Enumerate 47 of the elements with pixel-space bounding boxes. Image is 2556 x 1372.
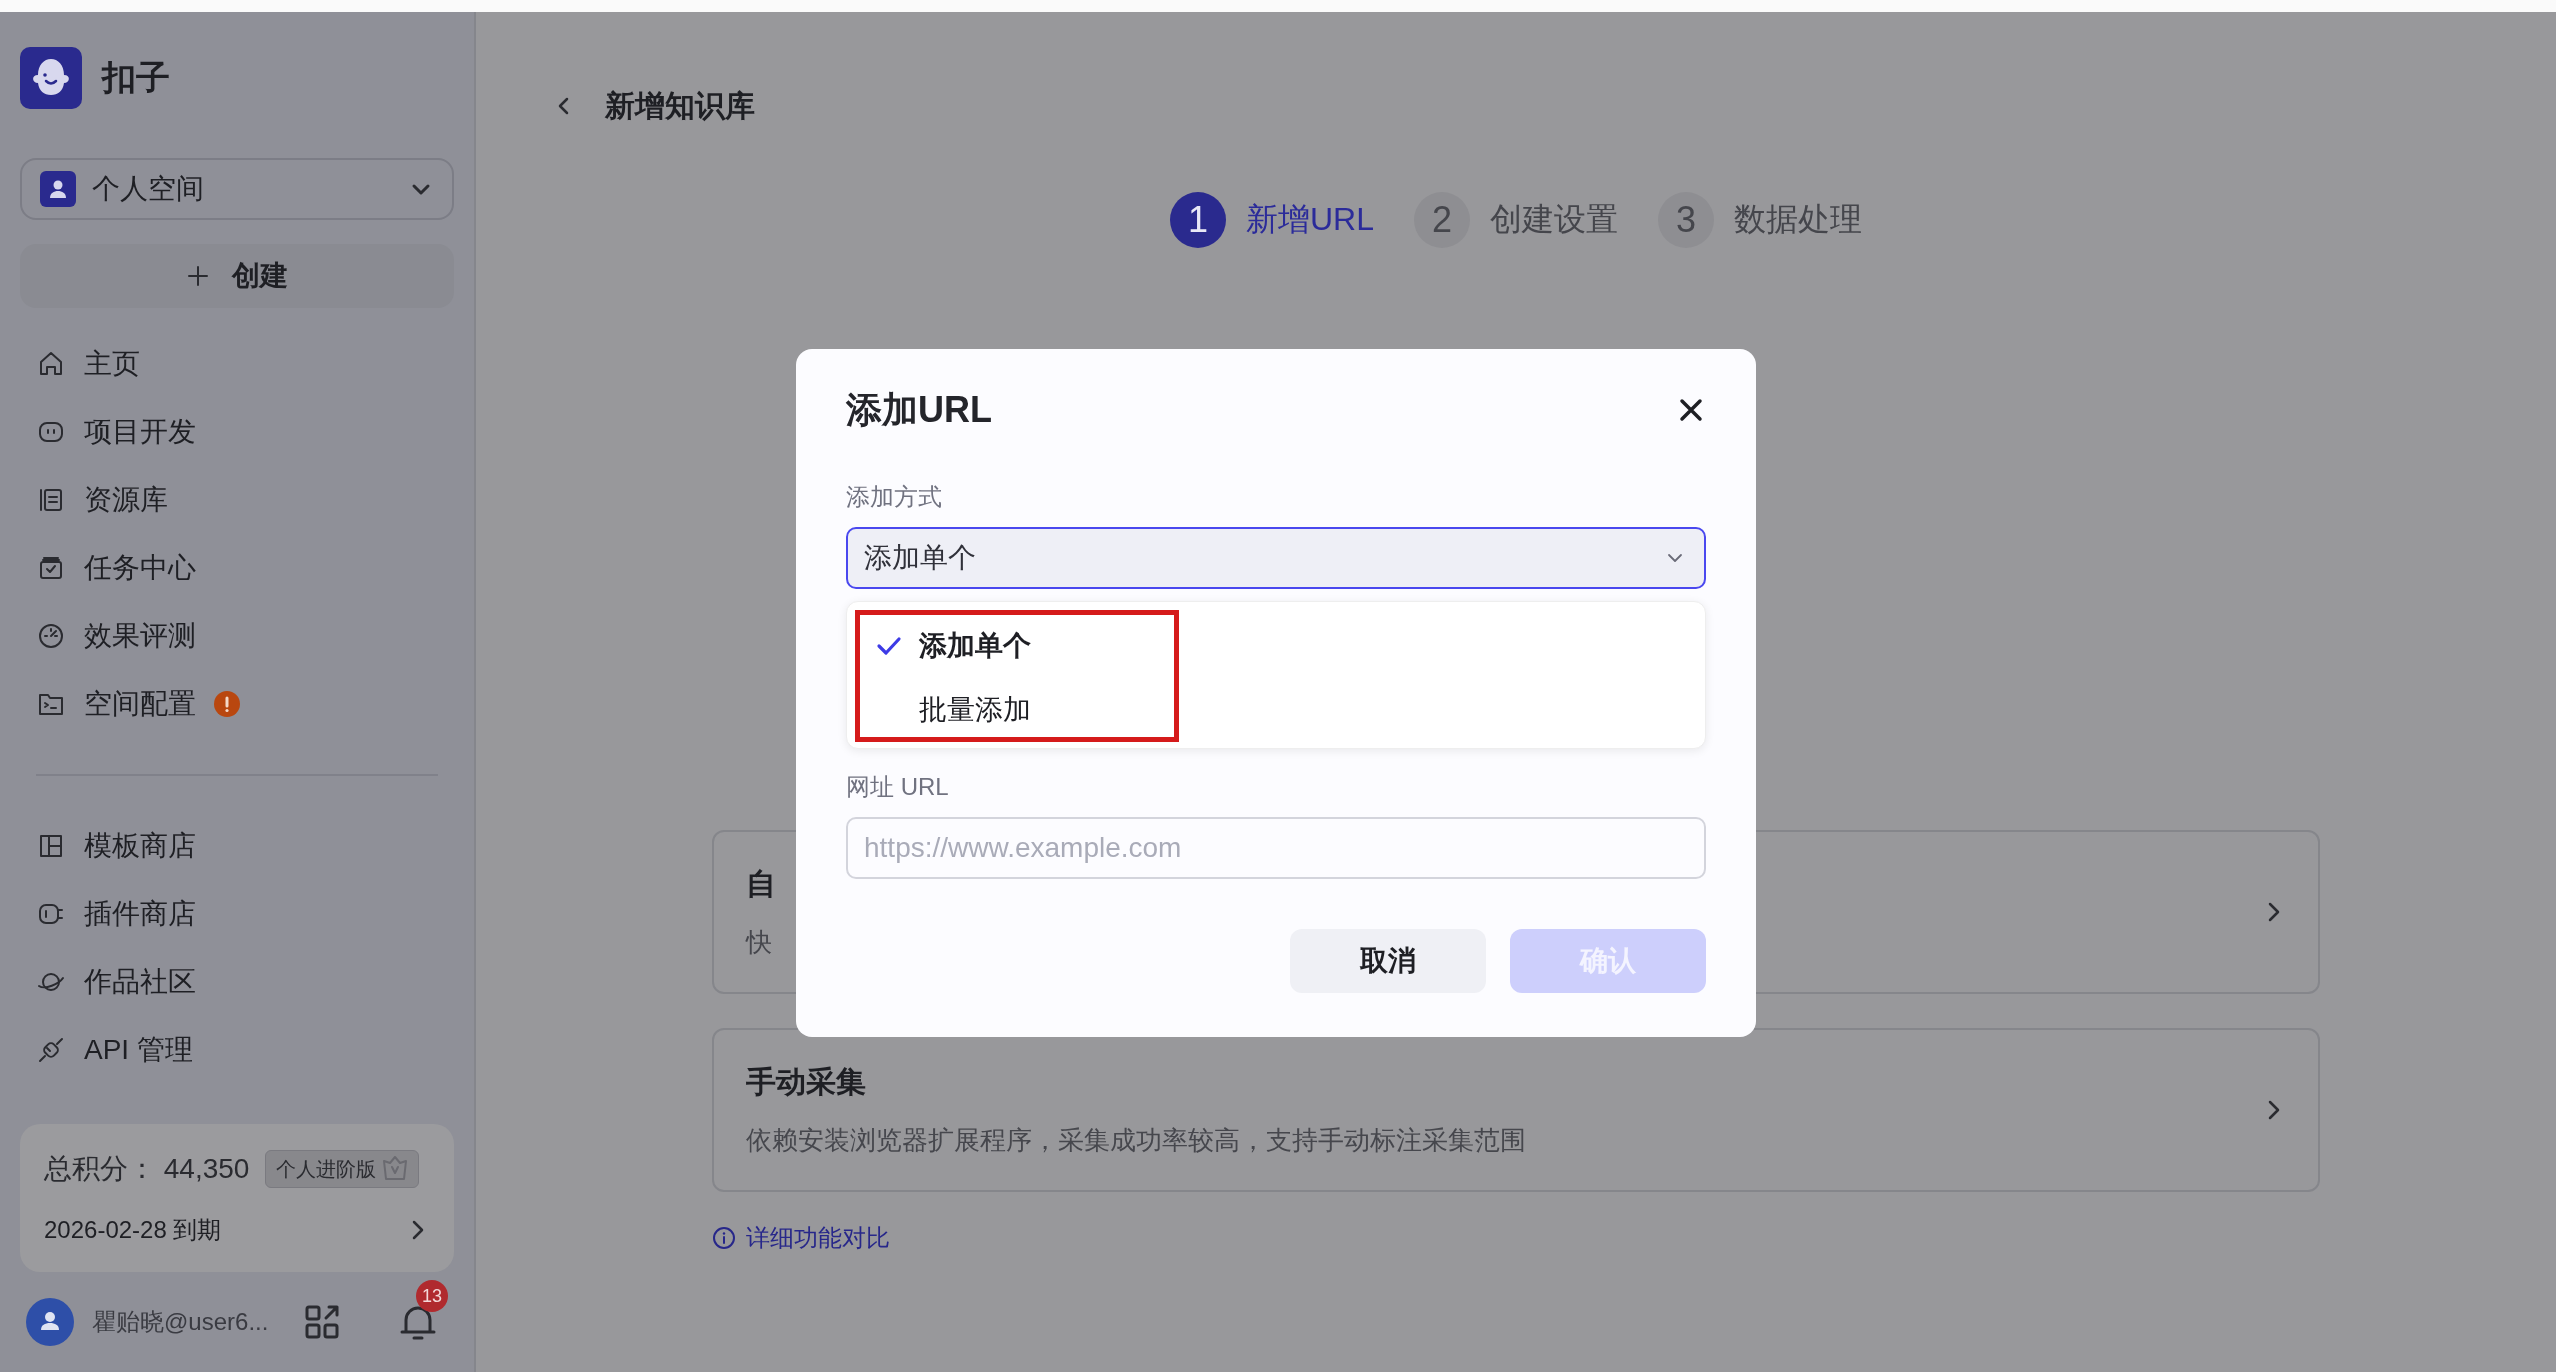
plan-card[interactable]: 总积分： 44,350 个人进阶版 2026-02-28 到期 <box>20 1124 454 1272</box>
user-name[interactable]: 瞿贻晓@user6... <box>92 1306 286 1338</box>
step-number: 1 <box>1170 192 1226 248</box>
expiry-date: 2026-02-28 到期 <box>44 1215 223 1245</box>
workspace-select[interactable]: 个人空间 <box>20 158 454 220</box>
option-description: 快 <box>746 926 772 959</box>
nav-item[interactable]: 任务中心 <box>20 534 454 602</box>
plus-icon <box>186 264 210 288</box>
url-field[interactable]: https://www.example.com <box>846 817 1706 879</box>
step-label: 新增URL <box>1246 200 1374 239</box>
avatar-icon[interactable] <box>26 1298 74 1346</box>
compare-link[interactable]: 详细功能对比 <box>712 1222 890 1254</box>
nav-item[interactable]: 主页 <box>20 330 454 398</box>
nav-item[interactable]: API 管理 <box>20 1016 454 1084</box>
notification-count: 13 <box>416 1280 448 1312</box>
cancel-button[interactable]: 取消 <box>1290 929 1486 993</box>
nav-item[interactable]: 项目开发 <box>20 398 454 466</box>
nav-item[interactable]: 插件商店 <box>20 880 454 948</box>
info-icon <box>712 1226 736 1250</box>
user-icon <box>40 171 76 207</box>
step-label: 数据处理 <box>1734 200 1862 239</box>
plug-link-icon <box>36 1035 66 1065</box>
dropdown-option[interactable]: 批量添加 <box>847 678 1031 742</box>
nav-item[interactable]: 效果评测 <box>20 602 454 670</box>
plan-badge: 个人进阶版 <box>265 1150 420 1188</box>
option-description: 依赖安装浏览器扩展程序，采集成功率较高，支持手动标注采集范围 <box>746 1124 1526 1157</box>
field-label: 添加方式 <box>846 482 942 512</box>
nav-item[interactable]: 作品社区 <box>20 948 454 1016</box>
nav-item[interactable]: 模板商店 <box>20 812 454 880</box>
points-text: 总积分： 44,350 <box>44 1152 250 1186</box>
logo-icon <box>20 47 82 109</box>
dialog-title: 添加URL <box>846 387 992 432</box>
option-title: 自 <box>746 866 776 902</box>
step-number: 3 <box>1658 192 1714 248</box>
option-title: 手动采集 <box>746 1064 866 1100</box>
field-label: 网址 URL <box>846 772 949 802</box>
dropdown-option[interactable]: 添加单个 <box>847 614 1031 678</box>
page-title: 新增知识库 <box>605 87 755 124</box>
nav-item[interactable]: 资源库 <box>20 466 454 534</box>
gauge-icon <box>36 621 66 651</box>
create-button[interactable]: 创建 <box>20 244 454 308</box>
step-label: 创建设置 <box>1490 200 1618 239</box>
nav-item[interactable]: 空间配置 <box>20 670 454 738</box>
brand-name: 扣子 <box>102 57 170 98</box>
step-number: 2 <box>1414 192 1470 248</box>
apps-icon[interactable] <box>304 1304 340 1340</box>
method-select[interactable]: 添加单个 <box>846 527 1706 589</box>
